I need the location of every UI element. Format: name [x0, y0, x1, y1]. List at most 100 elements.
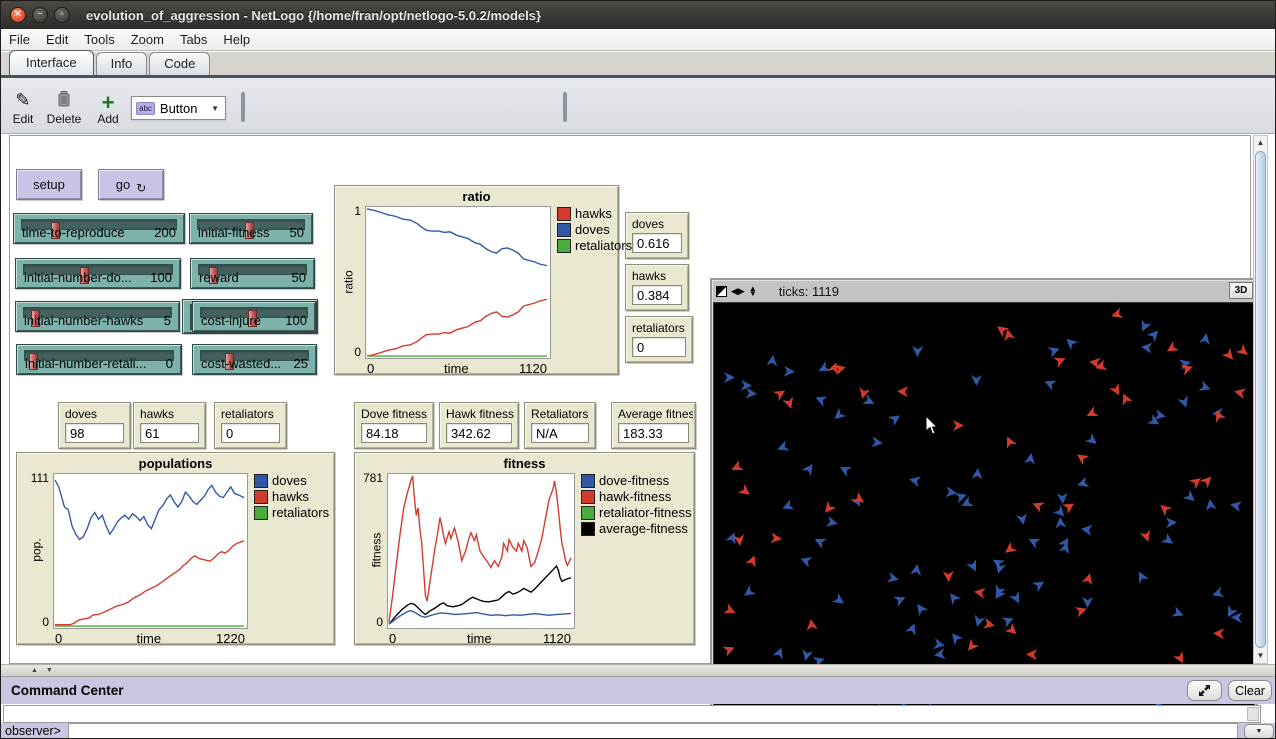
horizontal-resize-icon[interactable]: ◀▶: [731, 289, 745, 294]
plus-icon: +: [93, 90, 123, 112]
slider-label: time-to-reproduce: [22, 225, 125, 240]
command-center-splitter[interactable]: ▲ ▼: [1, 664, 1276, 677]
mouse-cursor: [925, 415, 940, 436]
tab-info[interactable]: Info: [96, 52, 148, 75]
vertical-scrollbar[interactable]: ▲ ▼: [1253, 135, 1268, 664]
series-hawks: [55, 541, 244, 625]
monitor-value: 84.18: [361, 423, 427, 443]
history-dropdown-button[interactable]: ▼: [1244, 724, 1274, 739]
slider-initial-number-retali[interactable]: initial-number-retali...0: [16, 344, 182, 375]
dove-turtle: [946, 590, 961, 605]
series-doves: [367, 209, 547, 266]
hawk-turtle: [1084, 406, 1099, 421]
monitor-retaliators: RetaliatorsN/A: [524, 402, 596, 449]
legend-swatch-icon: [581, 522, 595, 536]
hawk-turtle: [805, 618, 817, 630]
scrollbar-thumb[interactable]: [1255, 151, 1266, 648]
legend-label: dove-fitness: [599, 473, 669, 488]
menu-tabs[interactable]: Tabs: [172, 30, 215, 49]
ticks-counter: ticks: 1119: [779, 284, 839, 299]
maximize-icon[interactable]: ▫: [54, 7, 70, 23]
legend-label: average-fitness: [599, 521, 688, 536]
delete-label: Delete: [47, 112, 82, 126]
command-input[interactable]: [68, 723, 1238, 739]
title-bar: ✕ − ▫ evolution_of_aggression - NetLogo …: [1, 1, 1276, 29]
command-center-detach-button[interactable]: [1187, 680, 1222, 701]
setup-button[interactable]: setup: [16, 169, 82, 200]
dove-turtle: [1032, 577, 1047, 592]
monitor-hawks: hawks61: [133, 402, 206, 449]
monitor-value: 0.384: [632, 285, 682, 305]
hawk-turtle: [1236, 344, 1252, 360]
scroll-up-icon[interactable]: ▲: [1254, 136, 1267, 150]
dove-turtle: [910, 563, 922, 575]
hawk-turtle: [1222, 348, 1238, 364]
slider-initial-fitness[interactable]: initial-fitness50: [189, 213, 313, 244]
slider-label: initial-fitness: [198, 225, 270, 240]
dove-turtle: [1134, 569, 1149, 584]
legend-item: hawks: [254, 489, 339, 504]
slider-cost-injure[interactable]: cost-injure100: [192, 301, 316, 332]
dove-turtle: [1140, 341, 1152, 353]
legend-item: hawks: [557, 206, 623, 221]
dove-turtle: [887, 572, 900, 585]
dove-turtle: [1080, 523, 1092, 535]
forever-icon: ↻: [136, 181, 146, 195]
menu-file[interactable]: File: [1, 30, 38, 49]
scroll-down-icon[interactable]: ▼: [1254, 649, 1267, 663]
monitor-label: retaliators: [221, 407, 284, 421]
dove-turtle: [1059, 541, 1072, 554]
3d-button[interactable]: 3D: [1229, 282, 1253, 299]
go-label: go: [116, 177, 130, 192]
slider-reward[interactable]: reward50: [190, 258, 315, 289]
legend-item: doves: [557, 222, 623, 237]
splitter-arrows-icon[interactable]: ▲ ▼: [31, 667, 56, 674]
menu-help[interactable]: Help: [215, 30, 258, 49]
clear-button[interactable]: Clear: [1228, 680, 1272, 701]
hawk-turtle: [1053, 353, 1067, 367]
dove-turtle: [1183, 490, 1199, 506]
add-widget-button[interactable]: + Add: [93, 90, 123, 126]
vertical-resize-icon[interactable]: ▲▼: [749, 286, 757, 296]
slider-value: 200: [154, 225, 176, 240]
axis-label: 0: [23, 615, 49, 629]
edit-widget-button[interactable]: ✎ Edit: [7, 90, 39, 126]
slider-initial-number-do[interactable]: initial-number-do...100: [15, 258, 181, 289]
go-button[interactable]: go ↻: [98, 169, 164, 200]
monitor-value: 0: [221, 423, 280, 443]
menu-zoom[interactable]: Zoom: [123, 30, 172, 49]
output-scroll-stub[interactable]: [1247, 707, 1259, 721]
abc-icon: abc: [136, 102, 155, 115]
tab-interface[interactable]: Interface: [9, 50, 94, 75]
dove-turtle: [1161, 533, 1176, 548]
slider-time-to-reproduce[interactable]: time-to-reproduce 200: [13, 213, 185, 244]
widget-type-dropdown[interactable]: abc Button ▼: [131, 96, 226, 120]
dove-turtle: [1009, 591, 1024, 606]
menu-tools[interactable]: Tools: [76, 30, 122, 49]
plot-legend: hawksdovesretaliators: [557, 206, 623, 254]
axis-label: pop.: [30, 538, 44, 561]
plot-populations: populations1110pop.0time1220doveshawksre…: [16, 452, 335, 645]
chevron-down-icon: ▼: [205, 104, 225, 113]
dove-turtle: [1024, 452, 1037, 465]
delete-widget-button[interactable]: Delete: [43, 90, 85, 126]
hawk-turtle: [733, 534, 745, 546]
legend-swatch-icon: [557, 239, 571, 253]
dove-turtle: [933, 638, 946, 651]
dove-turtle: [741, 585, 756, 600]
minimize-icon[interactable]: −: [32, 7, 48, 23]
legend-item: retaliators: [254, 505, 339, 520]
tab-code[interactable]: Code: [149, 52, 210, 75]
dove-turtle: [1231, 612, 1242, 623]
dove-turtle: [724, 372, 735, 383]
dove-turtle: [746, 388, 758, 400]
resize-corner-icon[interactable]: [716, 286, 727, 297]
hawk-turtle: [1181, 362, 1195, 376]
slider-initial-number-hawks[interactable]: initial-number-hawks5: [15, 301, 180, 332]
hawk-turtle: [1074, 450, 1089, 465]
plot-title: populations: [17, 456, 334, 471]
menu-edit[interactable]: Edit: [38, 30, 76, 49]
dove-turtle: [1063, 335, 1079, 351]
close-icon[interactable]: ✕: [10, 7, 26, 23]
slider-cost-wasted[interactable]: cost-wasted...25: [192, 344, 317, 375]
